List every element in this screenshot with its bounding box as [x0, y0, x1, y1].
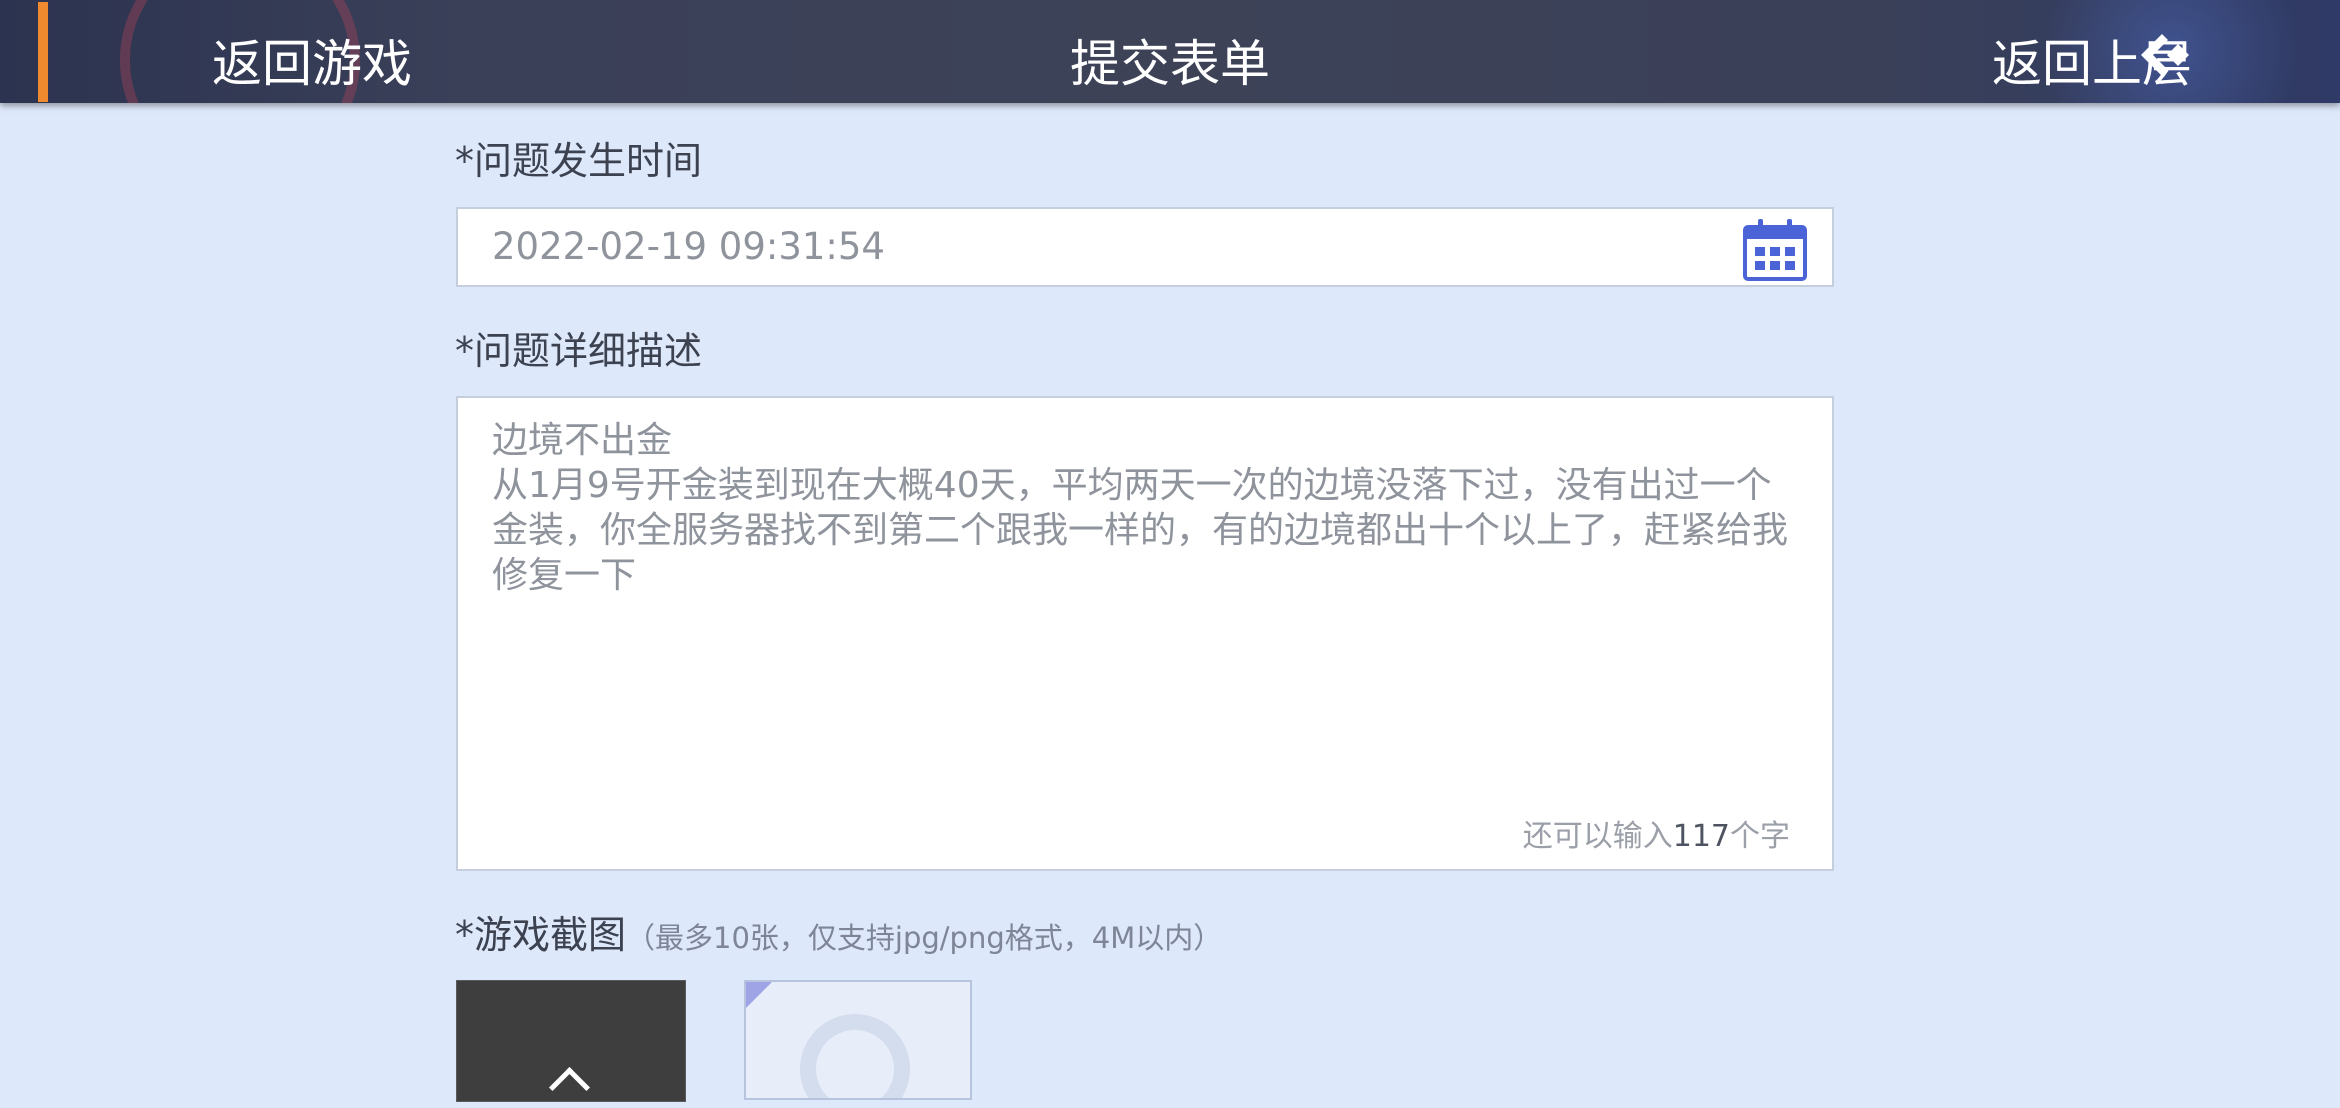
back-chevron-icon[interactable]: [2138, 30, 2192, 80]
calendar-icon[interactable]: [1742, 215, 1808, 281]
accent-bar: [38, 2, 48, 102]
time-label: *问题发生时间: [455, 139, 703, 183]
description-text: 边境不出金 从1月9号开金装到现在大概40天，平均两天一次的边境没落下过，没有出…: [492, 420, 1789, 596]
add-screenshot-button[interactable]: [744, 980, 972, 1100]
counter-number: 117: [1672, 819, 1730, 854]
description-textarea[interactable]: 边境不出金 从1月9号开金装到现在大概40天，平均两天一次的边境没落下过，没有出…: [456, 396, 1834, 871]
screenshot-label: *游戏截图: [455, 913, 627, 957]
expand-icon: [548, 1066, 591, 1108]
back-to-game-button[interactable]: 返回游戏: [212, 24, 412, 96]
time-value: 2022-02-19 09:31:54: [492, 225, 885, 268]
time-field[interactable]: 2022-02-19 09:31:54: [456, 207, 1834, 287]
char-counter: 还可以输入117个字: [1523, 811, 1790, 855]
desc-label: *问题详细描述: [455, 329, 703, 373]
counter-suffix: 个字: [1730, 819, 1790, 854]
top-bar: 返回游戏 提交表单 返回上层: [0, 0, 2340, 103]
upload-placeholder-icon: [800, 1014, 910, 1098]
counter-prefix: 还可以输入: [1522, 819, 1673, 854]
screenshot-thumbnail[interactable]: [456, 980, 686, 1108]
screenshot-hint: （最多10张，仅支持jpg/png格式，4M以内）: [626, 921, 1223, 955]
corner-marker: [746, 982, 772, 1008]
screenshot-label-row: *游戏截图（最多10张，仅支持jpg/png格式，4M以内）: [455, 904, 1222, 959]
